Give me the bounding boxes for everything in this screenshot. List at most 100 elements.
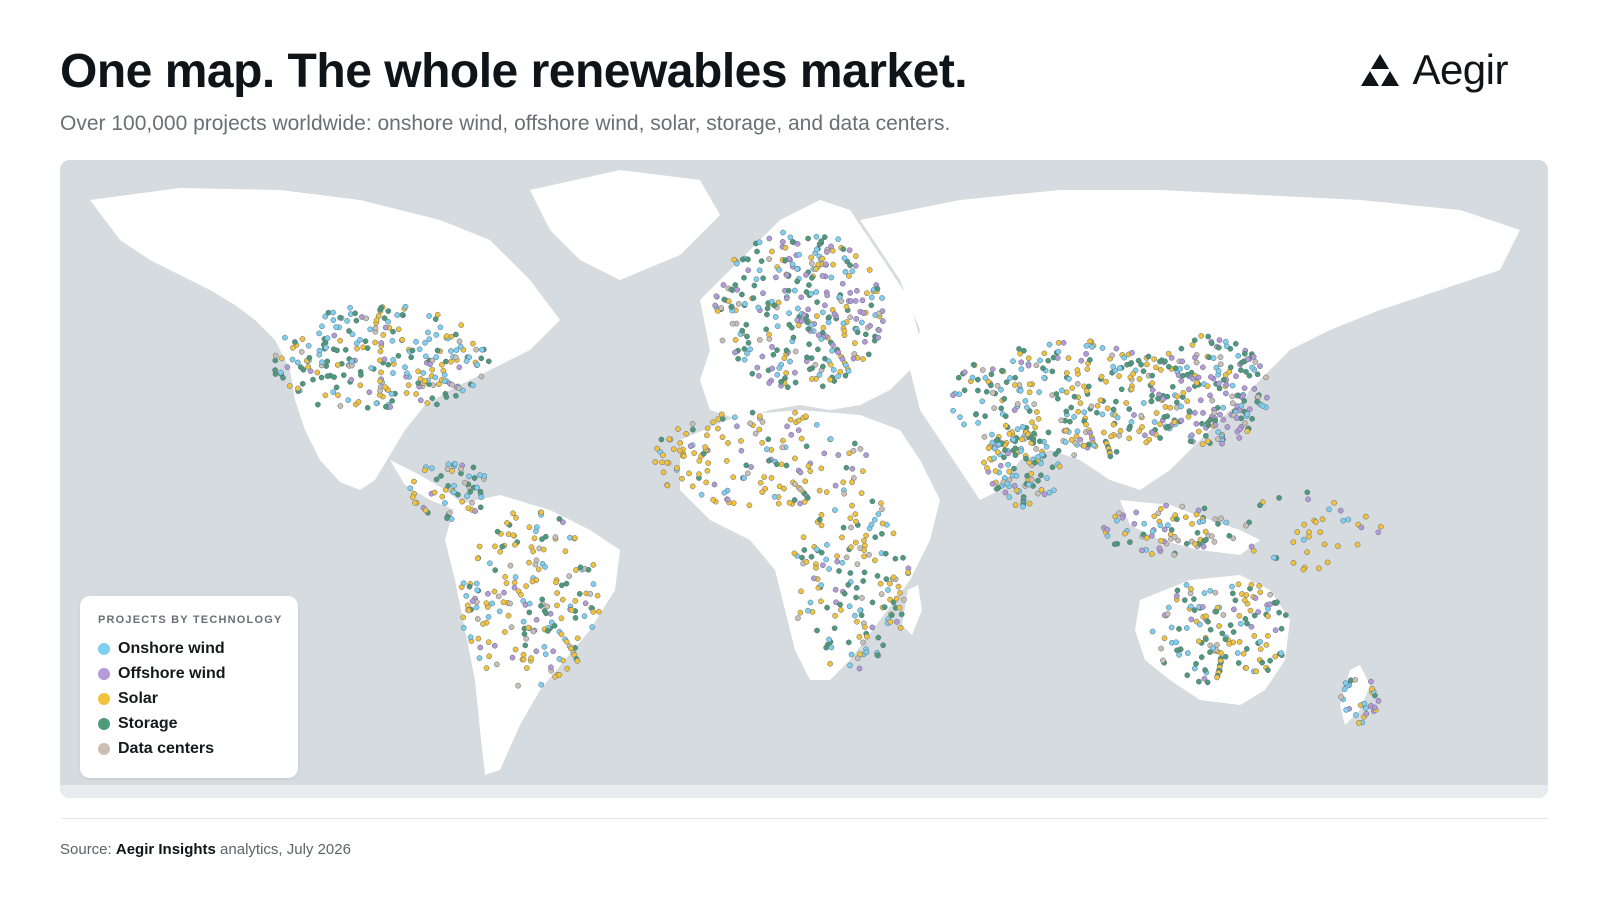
- source-org[interactable]: Aegir Insights: [116, 841, 216, 858]
- legend-item-storage[interactable]: Storage: [98, 715, 178, 733]
- project-marker: [1012, 452, 1019, 458]
- project-marker: [1377, 523, 1384, 530]
- project-marker: [1054, 395, 1061, 402]
- project-marker: [841, 590, 848, 597]
- project-marker: [1205, 618, 1211, 625]
- project-marker: [413, 391, 419, 397]
- project-marker: [997, 462, 1004, 469]
- project-marker: [526, 600, 533, 607]
- world-map[interactable]: PROJECTS BY TECHNOLOGY Onshore wind Offs…: [60, 160, 1548, 798]
- project-marker: [1227, 345, 1234, 352]
- project-marker: [1233, 415, 1240, 421]
- project-marker: [786, 321, 793, 328]
- project-marker: [867, 322, 873, 329]
- project-marker: [851, 340, 858, 346]
- project-marker: [1010, 436, 1017, 443]
- project-marker: [284, 364, 291, 370]
- brand-logo[interactable]: Aegir: [1360, 46, 1508, 94]
- project-marker: [1033, 409, 1040, 415]
- project-marker: [1158, 505, 1164, 512]
- project-marker: [1252, 595, 1259, 601]
- project-marker: [850, 355, 857, 362]
- project-marker: [1248, 581, 1255, 588]
- project-marker: [1018, 366, 1025, 372]
- project-marker: [1189, 375, 1196, 382]
- project-marker: [1108, 433, 1114, 440]
- project-marker: [1074, 428, 1081, 435]
- project-marker: [845, 639, 852, 646]
- project-marker: [1162, 404, 1169, 410]
- project-marker: [721, 489, 728, 496]
- project-marker: [1041, 491, 1048, 498]
- project-marker: [1375, 697, 1382, 704]
- project-marker: [660, 469, 667, 476]
- project-marker: [882, 550, 889, 557]
- project-marker: [286, 383, 293, 389]
- project-marker: [1128, 360, 1135, 366]
- project-marker: [789, 239, 796, 245]
- project-marker: [334, 347, 340, 354]
- project-marker: [443, 358, 449, 365]
- legend-item-onshore-wind[interactable]: Onshore wind: [98, 640, 225, 658]
- project-marker: [297, 364, 304, 371]
- project-marker: [438, 473, 444, 479]
- project-marker: [389, 398, 395, 404]
- project-marker: [502, 574, 508, 580]
- project-marker: [1200, 410, 1206, 416]
- project-marker: [1140, 368, 1147, 375]
- project-marker: [323, 344, 329, 351]
- project-marker: [748, 464, 754, 470]
- legend-item-offshore-wind[interactable]: Offshore wind: [98, 665, 226, 683]
- project-marker: [983, 388, 990, 395]
- project-marker: [898, 611, 905, 618]
- project-marker: [804, 495, 811, 501]
- project-marker: [1326, 506, 1332, 513]
- project-marker: [1215, 436, 1221, 442]
- project-marker: [1174, 647, 1180, 654]
- project-marker: [1219, 630, 1226, 637]
- project-marker: [331, 374, 337, 380]
- project-marker: [1039, 451, 1046, 458]
- project-marker: [863, 452, 869, 458]
- project-marker: [853, 585, 860, 591]
- project-marker: [590, 609, 596, 615]
- project-marker: [1083, 421, 1089, 428]
- project-marker: [452, 460, 458, 467]
- project-marker: [1215, 344, 1222, 351]
- project-marker: [774, 323, 781, 330]
- project-marker: [718, 305, 725, 311]
- project-marker: [1369, 685, 1375, 692]
- project-marker: [1149, 387, 1156, 393]
- project-marker: [1217, 361, 1224, 368]
- project-marker: [757, 413, 763, 420]
- project-marker: [544, 603, 551, 610]
- project-marker: [363, 315, 370, 322]
- project-marker: [857, 607, 864, 614]
- project-marker: [1184, 371, 1191, 378]
- legend-label: Onshore wind: [118, 640, 225, 657]
- project-marker: [857, 651, 863, 658]
- project-marker: [1050, 487, 1057, 494]
- project-marker: [538, 681, 545, 688]
- project-marker: [689, 483, 696, 490]
- project-marker: [1220, 612, 1227, 618]
- project-marker: [558, 615, 565, 622]
- project-marker: [1094, 409, 1100, 416]
- project-marker: [1204, 679, 1211, 686]
- project-marker: [429, 366, 436, 373]
- project-marker: [460, 614, 467, 621]
- project-marker: [686, 470, 692, 477]
- project-marker: [333, 384, 340, 391]
- project-marker: [961, 369, 968, 376]
- legend-item-solar[interactable]: Solar: [98, 690, 158, 708]
- project-marker: [1128, 386, 1135, 393]
- project-marker: [566, 573, 573, 579]
- project-marker: [792, 455, 798, 462]
- project-marker: [973, 411, 979, 418]
- legend-item-data-centers[interactable]: Data centers: [98, 740, 214, 758]
- project-marker: [574, 635, 581, 642]
- project-marker: [659, 459, 665, 466]
- project-marker: [798, 435, 805, 442]
- project-marker: [772, 314, 779, 320]
- project-marker: [572, 598, 579, 604]
